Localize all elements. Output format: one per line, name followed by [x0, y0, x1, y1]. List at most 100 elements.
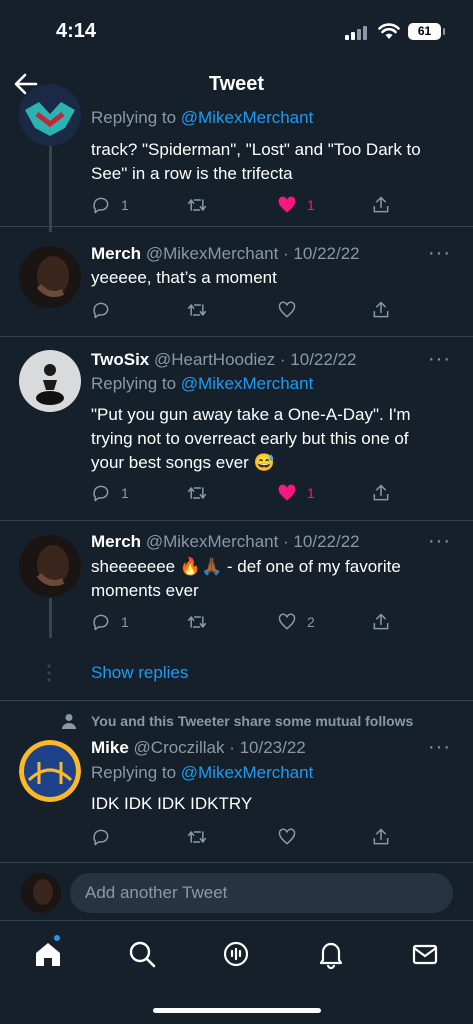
reply-icon: [93, 485, 109, 502]
display-name[interactable]: Merch: [91, 244, 141, 263]
person-icon: [62, 714, 76, 729]
tweet-header: Mike @Croczillak · 10/23/22: [91, 738, 306, 758]
tweet-header: Merch @MikexMerchant · 10/22/22: [91, 532, 360, 552]
reply-button[interactable]: 1: [91, 481, 129, 505]
handle-date: @HeartHoodiez · 10/22/22: [153, 350, 357, 369]
tweet-actions: 1 1: [91, 481, 391, 505]
retweet-icon: [187, 199, 207, 211]
reply-compose-input[interactable]: Add another Tweet: [70, 873, 453, 913]
like-icon: [278, 301, 296, 318]
more-options-icon[interactable]: ···: [428, 242, 451, 265]
home-indicator: [153, 1008, 321, 1013]
wifi-icon: [378, 23, 400, 39]
display-name[interactable]: Mike: [91, 738, 129, 757]
battery-icon: 61: [408, 23, 445, 40]
tweet-text: track? "Spiderman", "Lost" and "Too Dark…: [91, 140, 421, 183]
share-icon: [373, 196, 389, 213]
divider: [0, 226, 473, 227]
messages-icon[interactable]: [410, 939, 440, 969]
display-name[interactable]: Merch: [91, 532, 141, 551]
like-button[interactable]: 2: [277, 610, 315, 634]
retweet-button[interactable]: [187, 825, 207, 849]
divider: [0, 700, 473, 701]
avatar[interactable]: [19, 535, 81, 597]
retweet-button[interactable]: [187, 610, 207, 634]
replying-to: Replying to @MikexMerchant: [91, 763, 314, 782]
like-button[interactable]: 1: [277, 193, 315, 217]
tweet-text: sheeeeeee 🔥🙏🏾 - def one of my favorite m…: [91, 557, 401, 600]
notifications-icon[interactable]: [316, 939, 346, 969]
avatar[interactable]: [19, 740, 81, 802]
reply-button[interactable]: [91, 825, 111, 849]
reply-icon: [93, 614, 109, 631]
status-bar: 4:14 61: [0, 0, 473, 60]
search-icon[interactable]: [127, 939, 157, 969]
retweet-button[interactable]: [187, 481, 207, 505]
share-button[interactable]: [371, 610, 391, 634]
like-icon: [278, 828, 296, 845]
replying-to: Replying to @MikexMerchant: [91, 108, 314, 127]
handle-date: @Croczillak · 10/23/22: [133, 738, 306, 757]
share-icon: [373, 484, 389, 501]
status-time: 4:14: [56, 20, 97, 42]
more-options-icon[interactable]: ···: [428, 530, 451, 553]
like-button[interactable]: [277, 825, 297, 849]
mention-link[interactable]: @MikexMerchant: [181, 374, 314, 393]
reply-count: 1: [121, 485, 129, 501]
tweet-actions: 1 1: [91, 193, 391, 217]
reply-icon: [93, 829, 109, 846]
share-button[interactable]: [371, 298, 391, 322]
share-icon: [373, 828, 389, 845]
more-options-icon[interactable]: ···: [428, 736, 451, 759]
like-button[interactable]: 1: [277, 481, 315, 505]
reply-icon: [93, 197, 109, 214]
share-button[interactable]: [371, 481, 391, 505]
spaces-icon[interactable]: [221, 939, 251, 969]
retweet-icon: [187, 616, 207, 628]
compose-placeholder: Add another Tweet: [85, 883, 228, 902]
reply-count: 1: [121, 197, 129, 213]
thread-line: [49, 598, 52, 638]
social-context: You and this Tweeter share some mutual f…: [91, 713, 414, 729]
show-replies-link[interactable]: Show replies: [91, 663, 188, 683]
retweet-icon: [187, 304, 207, 316]
tweet-actions: 1 2: [91, 610, 391, 634]
avatar[interactable]: [19, 84, 81, 146]
home-icon[interactable]: [33, 939, 63, 969]
like-icon: [278, 484, 296, 501]
like-icon: [278, 613, 296, 630]
reply-button[interactable]: [91, 298, 111, 322]
reply-button[interactable]: 1: [91, 193, 129, 217]
reply-button[interactable]: 1: [91, 610, 129, 634]
mention-link[interactable]: @MikexMerchant: [181, 108, 314, 127]
tweet-actions: [91, 298, 391, 322]
divider: [0, 336, 473, 337]
like-button[interactable]: [277, 298, 297, 322]
tweet-text: "Put you gun away take a One-A-Day". I'm…: [91, 405, 411, 472]
bottom-tab-bar: [0, 920, 473, 1024]
share-button[interactable]: [371, 193, 391, 217]
tweet-text: yeeeee, that’s a moment: [91, 268, 277, 287]
like-count: 1: [307, 197, 315, 213]
tweet-header: TwoSix @HeartHoodiez · 10/22/22: [91, 350, 356, 370]
retweet-button[interactable]: [187, 298, 207, 322]
retweet-button[interactable]: [187, 193, 217, 217]
reply-count: 1: [121, 614, 129, 630]
share-button[interactable]: [371, 825, 391, 849]
avatar[interactable]: [19, 246, 81, 308]
avatar[interactable]: [19, 350, 81, 412]
mention-link[interactable]: @MikexMerchant: [181, 763, 314, 782]
like-icon: [278, 196, 296, 213]
handle-date: @MikexMerchant · 10/22/22: [145, 244, 360, 263]
like-count: 1: [307, 485, 315, 501]
more-options-icon[interactable]: ···: [428, 348, 451, 371]
share-icon: [373, 301, 389, 318]
divider: [0, 862, 473, 863]
notification-dot: [54, 935, 60, 941]
divider: [0, 520, 473, 521]
retweet-icon: [187, 831, 207, 843]
tweet-header: Merch @MikexMerchant · 10/22/22: [91, 244, 360, 264]
thread-line: [49, 140, 52, 232]
display-name[interactable]: TwoSix: [91, 350, 149, 369]
like-count: 2: [307, 614, 315, 630]
